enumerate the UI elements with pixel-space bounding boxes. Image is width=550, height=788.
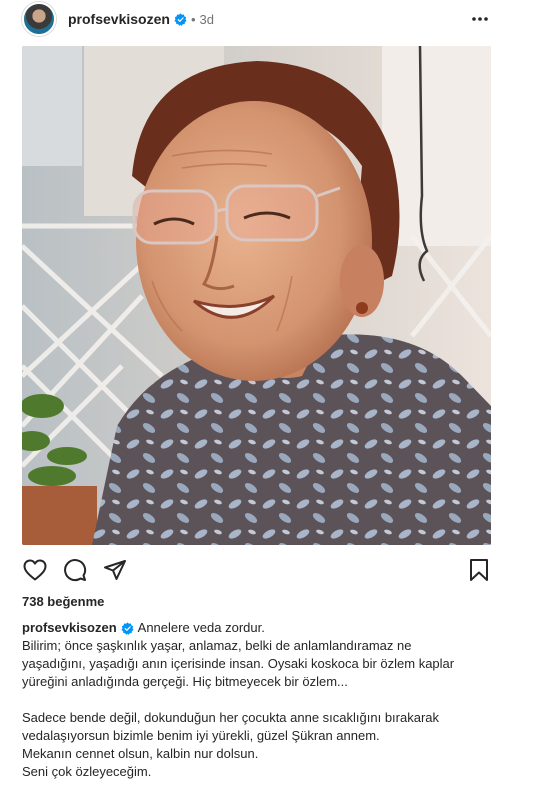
caption-username[interactable]: profsevkisozen: [22, 619, 117, 637]
caption-title: Annelere veda zordur.: [137, 620, 265, 635]
more-options-icon: [472, 17, 488, 21]
post-header: profsevkisozen • 3d: [22, 0, 492, 38]
post-actions: [22, 555, 492, 585]
verified-badge-icon: [121, 621, 134, 635]
save-button[interactable]: [466, 557, 492, 583]
caption-paragraph-2: Sadece bende değil, dokunduğun her çocuk…: [22, 710, 440, 779]
verified-badge-icon: [174, 12, 187, 26]
post-username[interactable]: profsevkisozen: [68, 11, 170, 27]
paper-plane-icon: [104, 560, 126, 580]
post-caption: profsevkisozen Annelere veda zordur. Bil…: [22, 619, 492, 781]
caption-header: profsevkisozen Annelere veda zordur.: [22, 619, 492, 637]
post-time[interactable]: 3d: [200, 12, 214, 27]
comment-button[interactable]: [62, 557, 88, 583]
more-options-button[interactable]: [468, 7, 492, 31]
bookmark-icon: [470, 559, 488, 581]
avatar[interactable]: [22, 2, 56, 36]
caption-paragraph-1: Bilirim; önce şaşkınlık yaşar, anlamaz, …: [22, 638, 455, 689]
post-photo-illustration: [22, 46, 491, 545]
likes-count[interactable]: 738 beğenme: [22, 594, 104, 609]
post-photo[interactable]: [22, 46, 491, 545]
heart-icon: [23, 559, 47, 581]
like-button[interactable]: [22, 557, 48, 583]
share-button[interactable]: [102, 557, 128, 583]
comment-bubble-icon: [64, 559, 87, 582]
separator-dot: •: [190, 11, 196, 27]
